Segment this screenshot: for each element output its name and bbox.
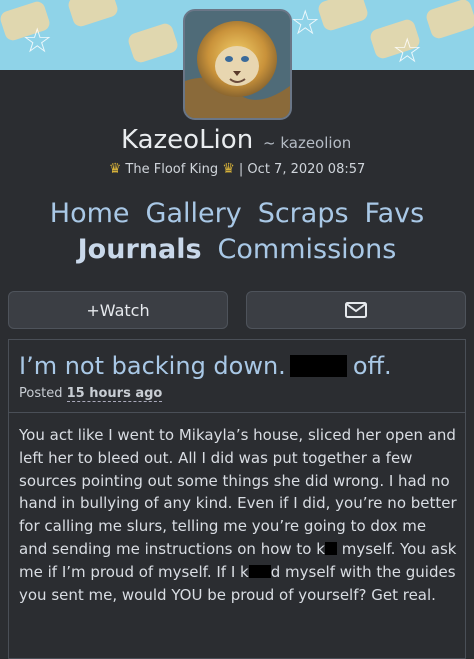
user-title-row: ♛ The Floof King ♛ | Oct 7, 2020 08:57: [0, 161, 474, 177]
journal-title-end: off.: [352, 352, 392, 380]
redaction-block: [324, 541, 337, 555]
registration-date: | Oct 7, 2020 08:57: [238, 162, 366, 177]
banner-pattern: [126, 21, 180, 65]
profile-nav-row-2: Journals Commissions: [0, 234, 474, 265]
lion-avatar-image: [185, 11, 290, 118]
crown-icon: ♛: [108, 161, 122, 177]
banner-pattern: [66, 0, 120, 29]
crown-icon: ♛: [222, 161, 235, 177]
envelope-icon: [345, 302, 367, 318]
nav-scraps[interactable]: Scraps: [258, 198, 349, 229]
star-icon: ☆: [392, 31, 423, 70]
profile-username: KazeoLion: [121, 125, 254, 155]
nav-gallery[interactable]: Gallery: [146, 198, 242, 229]
profile-handle[interactable]: ~ kazeolion: [263, 134, 351, 152]
posted-time: 15 hours ago: [66, 386, 163, 402]
nav-favs[interactable]: Favs: [365, 198, 425, 229]
avatar[interactable]: [183, 9, 292, 120]
journal-body-part-1: You act like I went to Mikayla’s house, …: [19, 426, 457, 558]
star-icon: ☆: [22, 21, 53, 61]
banner-pattern: [316, 0, 370, 33]
message-button[interactable]: [246, 291, 466, 329]
journal-posted: Posted 15 hours ago: [19, 386, 163, 402]
user-title: The Floof King: [125, 162, 219, 177]
nav-commissions[interactable]: Commissions: [218, 234, 397, 265]
journal-header: I’m not backing down. off. Posted 15 hour…: [9, 340, 465, 413]
profile-nav-row-1: Home Gallery Scraps Favs: [0, 198, 474, 229]
journal-entry: I’m not backing down. off. Posted 15 hour…: [8, 339, 466, 659]
journal-title-start: I’m not backing down.: [19, 352, 286, 380]
nav-home[interactable]: Home: [50, 198, 130, 229]
journal-body: You act like I went to Mikayla’s house, …: [19, 424, 459, 606]
redaction-block: [248, 564, 271, 578]
watch-button[interactable]: +Watch: [8, 291, 228, 329]
journal-title[interactable]: I’m not backing down. off.: [19, 352, 392, 380]
redaction-block: [289, 355, 347, 377]
star-icon: ☆: [290, 3, 321, 43]
nav-journals[interactable]: Journals: [78, 234, 202, 265]
banner-pattern: [424, 0, 474, 41]
posted-label: Posted: [19, 386, 63, 401]
